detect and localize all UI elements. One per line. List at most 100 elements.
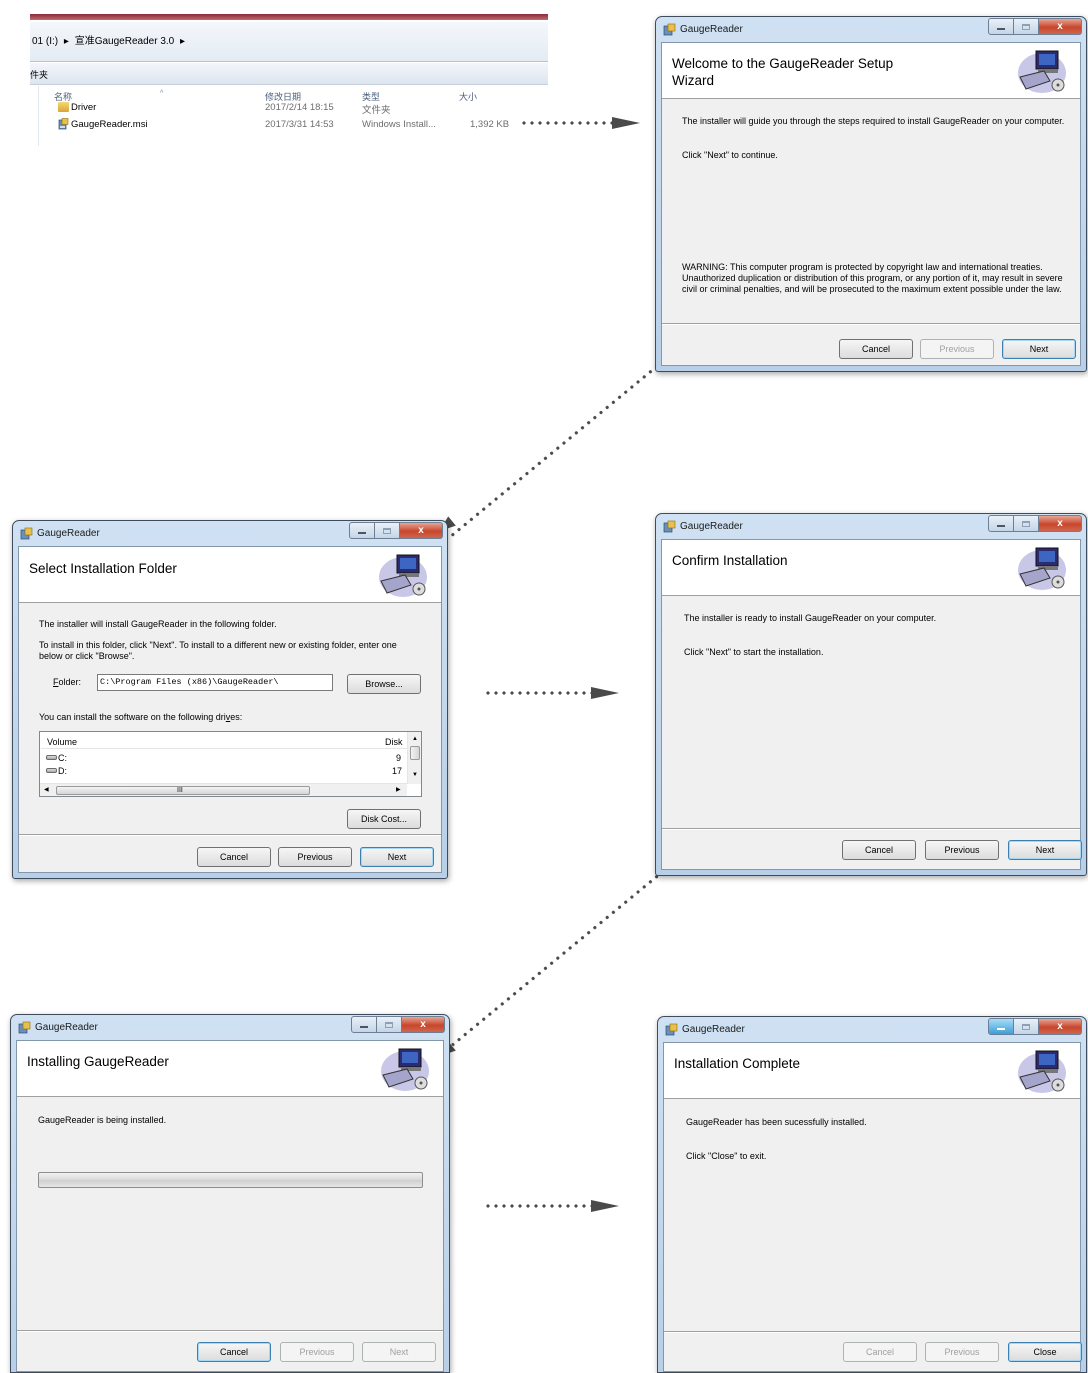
close-window-button[interactable]: x [1039,515,1082,532]
divider [17,1330,443,1332]
installing-status-text: GaugeReader is being installed. [38,1115,167,1125]
maximize-button[interactable] [1014,515,1039,532]
breadcrumb[interactable]: 01 (I:) ▸ 宣准GaugeReader 3.0 ▸ [32,32,185,47]
breadcrumb-separator: ▸ [63,36,69,47]
computer-setup-icon [379,554,427,597]
breadcrumb-drive[interactable]: 01 (I:) [32,36,58,47]
maximize-button[interactable] [1014,1018,1039,1035]
title-bar[interactable]: GaugeReader x [11,1015,449,1040]
close-icon: x [1057,21,1063,32]
minimize-icon [360,1025,368,1028]
explorer-title-strip [30,14,548,20]
cancel-button[interactable]: Cancel [839,339,913,359]
flow-arrow-head-icon [591,1200,619,1212]
drive-disk-size: 17 [392,766,403,776]
success-text: GaugeReader has been sucessfully install… [686,1117,867,1127]
flow-arrow-dots [520,121,612,125]
file-type: Windows Install... [362,119,436,130]
intro-text: The installer will guide you through the… [682,116,1065,126]
minimize-button[interactable] [351,1016,377,1033]
address-bar[interactable]: 01 (I:) ▸ 宣准GaugeReader 3.0 ▸ [30,22,548,62]
title-bar[interactable]: GaugeReader x [658,1017,1086,1042]
drive-row[interactable]: C: [46,753,67,764]
scroll-left-arrow-icon[interactable]: ◀ [44,785,49,796]
close-window-button[interactable]: x [400,522,443,539]
cancel-button[interactable]: Cancel [843,1342,917,1362]
scroll-down-arrow-icon[interactable]: ▼ [412,770,418,781]
window-title: GaugeReader [37,528,100,539]
column-disk[interactable]: Disk [385,737,403,748]
minimize-icon [997,524,1005,527]
close-window-button[interactable]: x [1039,18,1082,35]
dialog-client-area: Confirm Installation The installer is re… [661,539,1082,870]
vertical-scrollbar[interactable]: ▲ ▼ [407,732,421,784]
new-folder-button[interactable]: 件夹 [30,68,48,81]
drives-list[interactable]: Volume Disk C: 9 D: 17 ▲ ▼ ◀ III ▶ [39,731,422,797]
close-icon: x [418,525,424,536]
previous-button[interactable]: Previous [925,1342,999,1362]
navigation-pane-border [38,86,39,146]
file-name: Driver [71,102,97,113]
minimize-button[interactable] [988,1018,1014,1035]
cancel-button[interactable]: Cancel [197,847,271,867]
maximize-icon [1022,520,1030,527]
window-controls: x [988,18,1082,35]
next-button[interactable]: Next [1008,840,1082,860]
minimize-icon [997,1027,1005,1030]
previous-button[interactable]: Previous [278,847,352,867]
title-bar[interactable]: GaugeReader x [13,521,447,546]
close-window-button[interactable]: x [1039,1018,1082,1035]
maximize-button[interactable] [1014,18,1039,35]
folder-intro-text: The installer will install GaugeReader i… [39,619,277,629]
file-row[interactable]: Driver 2017/2/14 18:15 文件夹 [40,100,548,116]
title-bar[interactable]: GaugeReader x [656,514,1086,539]
maximize-icon [383,527,391,534]
minimize-button[interactable] [988,515,1014,532]
scroll-right-arrow-icon[interactable]: ▶ [396,785,401,796]
minimize-icon [358,531,366,534]
drive-row[interactable]: D: [46,766,67,777]
file-name: GaugeReader.msi [71,119,148,130]
vertical-scroll-thumb[interactable] [410,746,420,760]
page-title-line: Welcome to the GaugeReader Setup [672,56,894,71]
disk-cost-button[interactable]: Disk Cost... [347,809,421,829]
close-window-button[interactable]: x [402,1016,445,1033]
drive-disk-size: 9 [396,753,402,763]
next-button[interactable]: Next [360,847,434,867]
title-bar[interactable]: GaugeReader x [656,17,1086,42]
maximize-button[interactable] [377,1016,402,1033]
horizontal-scrollbar[interactable]: ◀ III ▶ [40,783,407,796]
setup-window-installing: GaugeReader x Installing GaugeReader Gau… [10,1014,450,1373]
breadcrumb-separator: ▸ [180,36,186,47]
folder-label: Folder: [53,677,81,688]
previous-button[interactable]: Previous [280,1342,354,1362]
next-button[interactable]: Next [362,1342,436,1362]
minimize-button[interactable] [988,18,1014,35]
divider [662,323,1080,325]
close-icon: x [420,1019,426,1030]
installation-progress-bar [38,1172,423,1188]
previous-button[interactable]: Previous [920,339,994,359]
horizontal-scroll-thumb[interactable]: III [56,786,310,795]
drive-name: C: [58,753,67,763]
instruction-line: To install in this folder, click "Next".… [39,640,397,650]
breadcrumb-folder[interactable]: 宣准GaugeReader 3.0 [75,36,175,47]
close-button[interactable]: Close [1008,1342,1082,1362]
folder-path-input[interactable]: C:\Program Files (x86)\GaugeReader\ [97,674,333,691]
scroll-up-arrow-icon[interactable]: ▲ [412,734,418,745]
hard-drive-icon [46,768,57,773]
dialog-banner: Installation Complete [664,1043,1080,1099]
cancel-button[interactable]: Cancel [197,1342,271,1362]
command-bar: 件夹 [30,63,548,85]
cancel-button[interactable]: Cancel [842,840,916,860]
minimize-button[interactable] [349,522,375,539]
next-button[interactable]: Next [1002,339,1076,359]
column-volume[interactable]: Volume [47,737,77,748]
file-row[interactable]: GaugeReader.msi 2017/3/31 14:53 Windows … [40,117,548,133]
installer-package-icon [665,1023,678,1036]
maximize-button[interactable] [375,522,400,539]
computer-setup-icon [1018,1050,1066,1093]
browse-button[interactable]: Browse... [347,674,421,694]
previous-button[interactable]: Previous [925,840,999,860]
warning-line: WARNING: This computer program is protec… [682,262,1043,272]
